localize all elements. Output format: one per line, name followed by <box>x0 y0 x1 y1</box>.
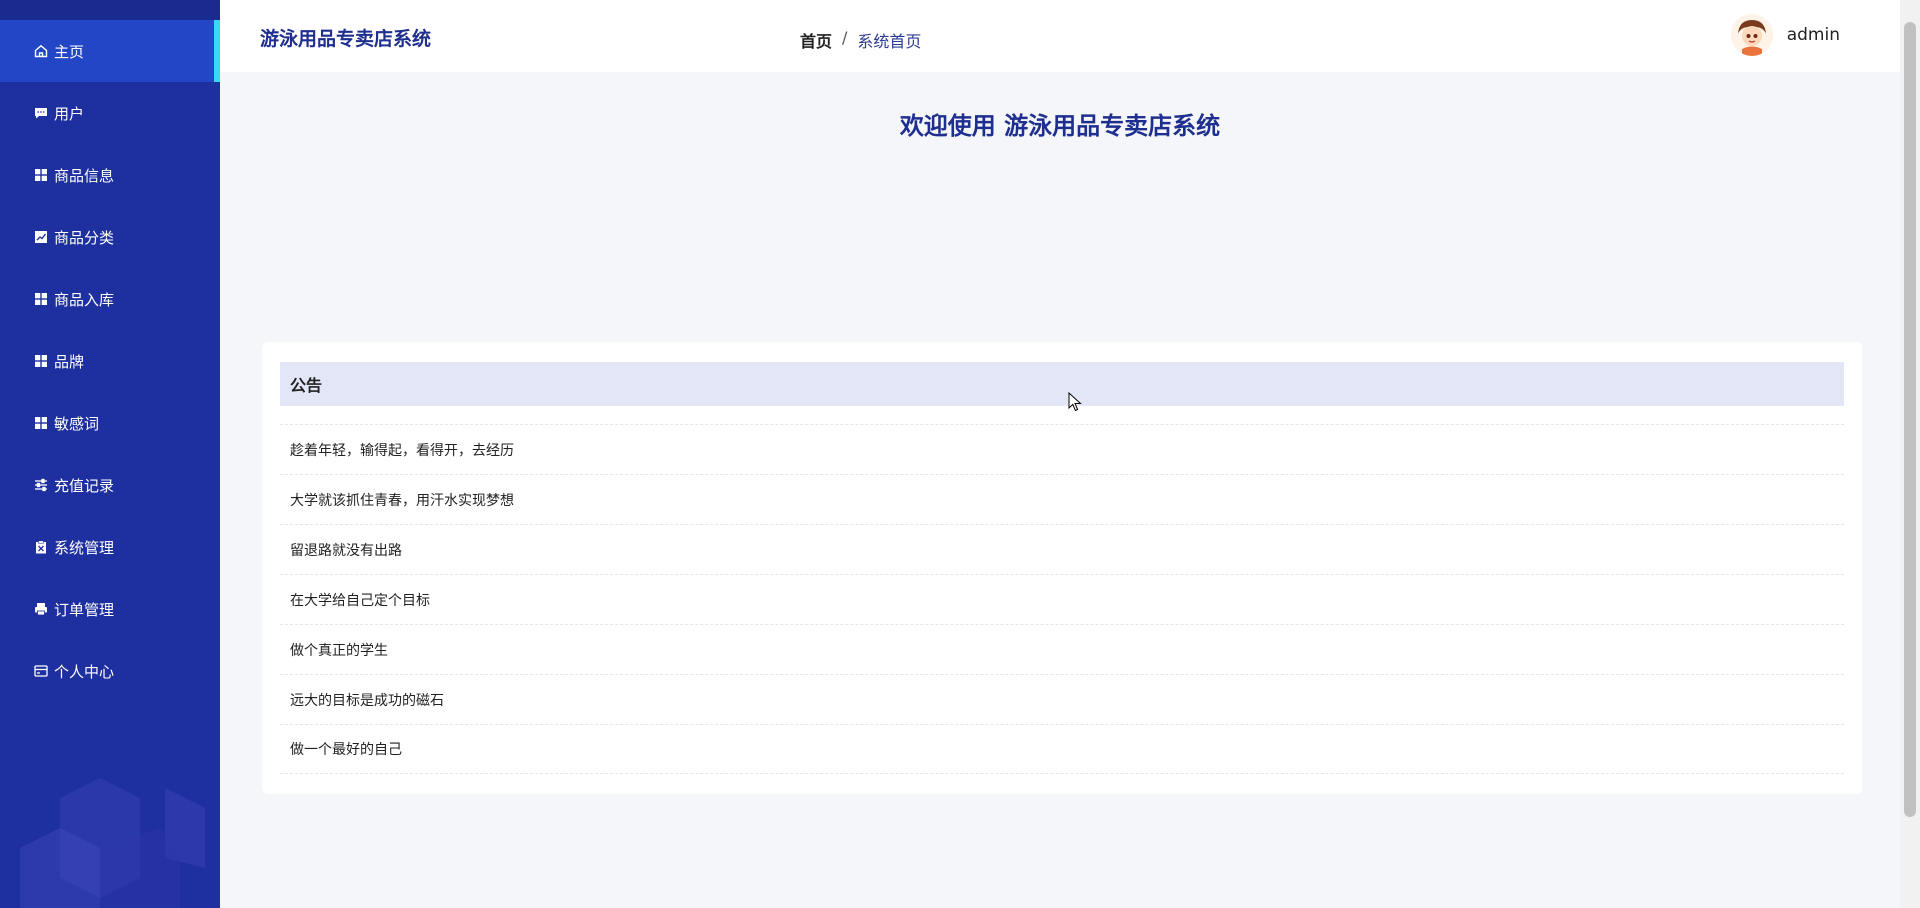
notice-list: 趁着年轻，输得起，看得开，去经历 大学就该抓住青春，用汗水实现梦想 留退路就没有… <box>280 424 1844 774</box>
grid-icon <box>34 416 48 430</box>
sidebar-item-users[interactable]: 用户 <box>0 82 220 144</box>
notice-item[interactable]: 留退路就没有出路 <box>280 524 1844 574</box>
welcome-title: 欢迎使用 游泳用品专卖店系统 <box>899 112 1221 140</box>
sidebar-item-label: 订单管理 <box>54 600 115 619</box>
page-scrollbar[interactable] <box>1900 0 1920 908</box>
notice-title: 公告 <box>280 362 1844 406</box>
sidebar-item-brand[interactable]: 品牌 <box>0 330 220 392</box>
top-header: 游泳用品专卖店系统 首页 / 系统首页 admin <box>220 0 1900 72</box>
sidebar-item-home[interactable]: 主页 <box>0 20 220 82</box>
sidebar-item-label: 主页 <box>54 42 85 61</box>
breadcrumb-home[interactable]: 首页 <box>800 28 832 52</box>
printer-icon <box>34 602 48 616</box>
grid-icon <box>34 168 48 182</box>
sidebar: 主页 用户 商品信息 商品分类 商品入库 品牌 敏感词 充值记录 系统管理 订单… <box>0 0 220 908</box>
sidebar-item-order-management[interactable]: 订单管理 <box>0 578 220 640</box>
chart-icon <box>34 230 48 244</box>
sidebar-top-strip <box>0 0 220 20</box>
breadcrumb-current: 系统首页 <box>857 32 922 51</box>
user-menu[interactable]: admin <box>1730 14 1840 56</box>
home-icon <box>34 44 48 58</box>
chat-icon <box>34 106 48 120</box>
breadcrumb: 首页 / 系统首页 <box>800 28 921 52</box>
app-root: 主页 用户 商品信息 商品分类 商品入库 品牌 敏感词 充值记录 系统管理 订单… <box>0 0 1920 908</box>
sidebar-item-label: 商品信息 <box>54 166 115 185</box>
sidebar-decoration <box>20 778 205 908</box>
notice-item[interactable]: 做个真正的学生 <box>280 624 1844 674</box>
sidebar-item-label: 商品分类 <box>54 228 115 247</box>
notice-item[interactable]: 远大的目标是成功的磁石 <box>280 674 1844 724</box>
sidebar-item-sensitive-words[interactable]: 敏感词 <box>0 392 220 454</box>
sidebar-item-recharge-records[interactable]: 充值记录 <box>0 454 220 516</box>
sidebar-item-personal-center[interactable]: 个人中心 <box>0 640 220 702</box>
username[interactable]: admin <box>1787 25 1840 45</box>
notice-item[interactable]: 做一个最好的自己 <box>280 724 1844 774</box>
scrollbar-thumb[interactable] <box>1904 22 1916 817</box>
sidebar-item-label: 系统管理 <box>54 538 115 557</box>
card-icon <box>34 664 48 678</box>
sidebar-item-product-info[interactable]: 商品信息 <box>0 144 220 206</box>
sidebar-menu: 主页 用户 商品信息 商品分类 商品入库 品牌 敏感词 充值记录 系统管理 订单… <box>0 20 220 702</box>
avatar-image <box>1730 14 1773 56</box>
notice-item[interactable]: 趁着年轻，输得起，看得开，去经历 <box>280 424 1844 474</box>
sidebar-item-label: 个人中心 <box>54 662 115 681</box>
sidebar-item-system-management[interactable]: 系统管理 <box>0 516 220 578</box>
clipboard-icon <box>34 540 48 554</box>
sidebar-item-product-category[interactable]: 商品分类 <box>0 206 220 268</box>
grid-icon <box>34 292 48 306</box>
sidebar-item-label: 品牌 <box>54 352 85 371</box>
sidebar-item-label: 用户 <box>54 104 85 123</box>
avatar[interactable] <box>1730 14 1773 56</box>
breadcrumb-separator: / <box>842 28 848 47</box>
notice-item[interactable]: 在大学给自己定个目标 <box>280 574 1844 624</box>
mouse-cursor-icon <box>1068 392 1082 412</box>
notice-item[interactable]: 大学就该抓住青春，用汗水实现梦想 <box>280 474 1844 524</box>
grid-icon <box>34 354 48 368</box>
sidebar-item-label: 敏感词 <box>54 414 100 433</box>
sidebar-item-product-stock-in[interactable]: 商品入库 <box>0 268 220 330</box>
sliders-icon <box>34 478 48 492</box>
sidebar-item-label: 商品入库 <box>54 290 115 309</box>
notice-card: 公告 趁着年轻，输得起，看得开，去经历 大学就该抓住青春，用汗水实现梦想 留退路… <box>262 342 1862 794</box>
sidebar-item-label: 充值记录 <box>54 476 115 495</box>
app-title: 游泳用品专卖店系统 <box>260 28 432 50</box>
